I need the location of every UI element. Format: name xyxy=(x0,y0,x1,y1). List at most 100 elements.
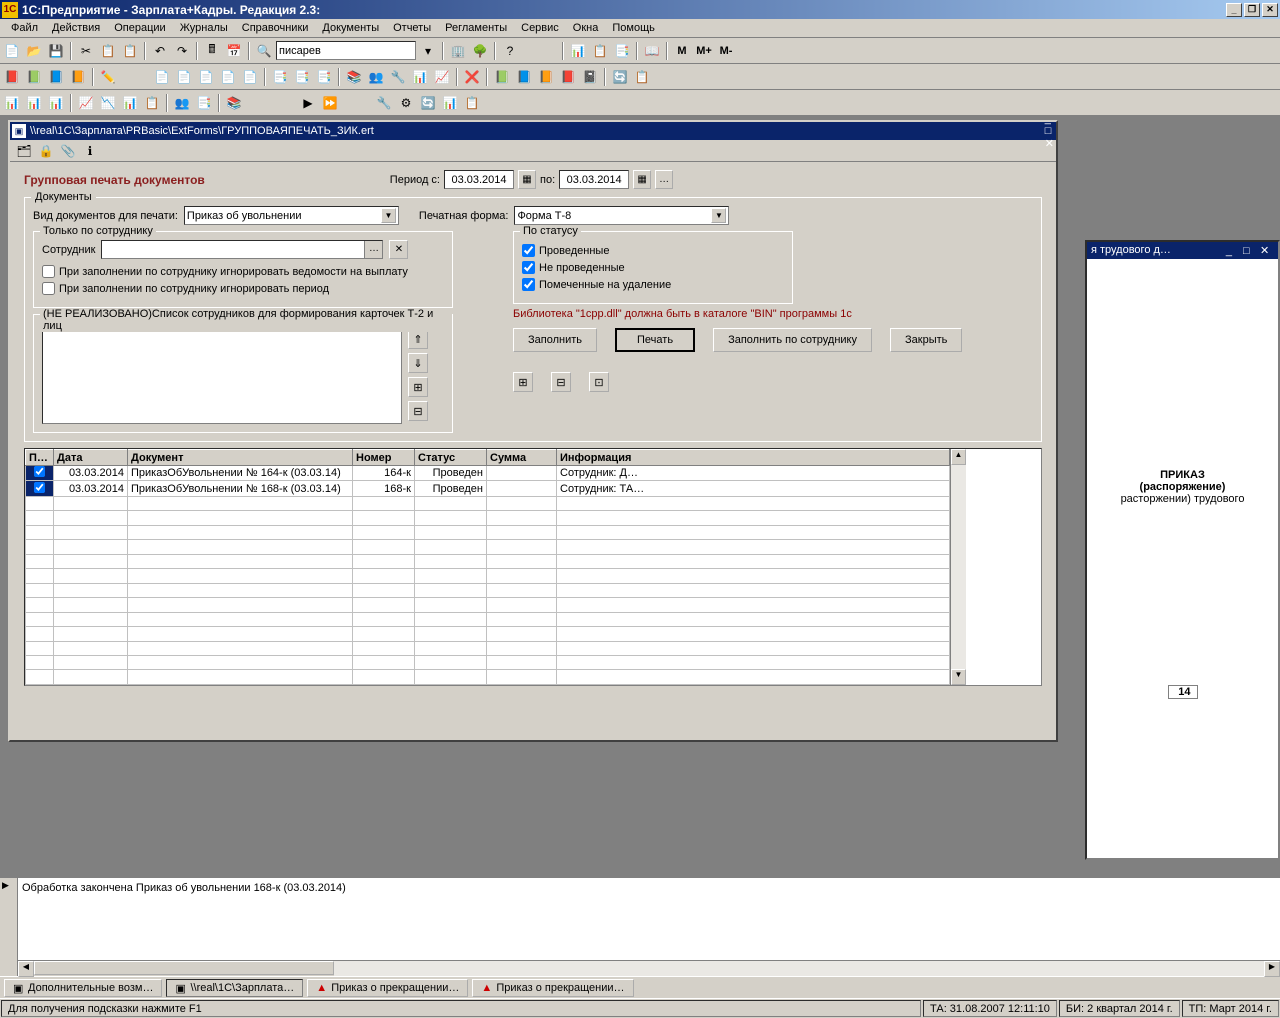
tb2-8-icon[interactable]: 📄 xyxy=(196,67,216,87)
form-tb-1-icon[interactable]: 🗂 xyxy=(14,141,34,161)
menu-journals[interactable]: Журналы xyxy=(173,20,235,36)
undo-icon[interactable]: ↶ xyxy=(150,41,170,61)
date-from-input[interactable] xyxy=(444,170,514,189)
dropdown-icon[interactable]: ▾ xyxy=(418,41,438,61)
chk-ignore-period[interactable] xyxy=(42,282,55,295)
tb2-6-icon[interactable]: 📄 xyxy=(152,67,172,87)
table-row[interactable] xyxy=(26,627,950,641)
form-tb-help-icon[interactable]: ℹ xyxy=(80,141,100,161)
tb2-24-icon[interactable]: 📓 xyxy=(580,67,600,87)
book-icon[interactable]: 📖 xyxy=(642,41,662,61)
employee-input[interactable]: … xyxy=(101,240,383,259)
tb3-15-icon[interactable]: 📋 xyxy=(462,93,482,113)
table-row[interactable] xyxy=(26,540,950,554)
task-4[interactable]: ▲Приказ о прекращении… xyxy=(472,979,633,997)
tb3-13-icon[interactable]: 🔄 xyxy=(418,93,438,113)
date-to-input[interactable] xyxy=(559,170,629,189)
tb2-25-icon[interactable]: 🔄 xyxy=(610,67,630,87)
tb3-9-icon[interactable]: 📑 xyxy=(194,93,214,113)
employee-list[interactable] xyxy=(42,329,402,424)
tb3-3-icon[interactable]: 📊 xyxy=(46,93,66,113)
table-row[interactable] xyxy=(26,569,950,583)
row-status[interactable]: Проведен xyxy=(415,481,487,496)
tb2-1-icon[interactable]: 📕 xyxy=(2,67,22,87)
fill-by-employee-button[interactable]: Заполнить по сотруднику xyxy=(713,328,872,352)
table-row[interactable]: 03.03.2014 ПриказОбУвольнении № 164-к (0… xyxy=(26,466,950,481)
menu-references[interactable]: Справочники xyxy=(235,20,316,36)
list-add-button[interactable]: ⊞ xyxy=(408,377,428,397)
tb2-5-icon[interactable]: ✏️ xyxy=(98,67,118,87)
date-from-picker-button[interactable]: ▦ xyxy=(518,170,536,189)
hscroll-left-button[interactable]: ◀ xyxy=(18,961,34,977)
print-button[interactable]: Печать xyxy=(615,328,695,352)
fill-button[interactable]: Заполнить xyxy=(513,328,597,352)
doc-type-combo[interactable]: Приказ об увольнении▼ xyxy=(184,206,399,225)
tb2-17-icon[interactable]: 📊 xyxy=(410,67,430,87)
row-date[interactable]: 03.03.2014 xyxy=(54,466,128,481)
tb2-21-icon[interactable]: 📘 xyxy=(514,67,534,87)
tb2-23-icon[interactable]: 📕 xyxy=(558,67,578,87)
row-info[interactable]: Сотрудник: Д… xyxy=(557,466,950,481)
table-row[interactable] xyxy=(26,655,950,669)
task-3[interactable]: ▲Приказ о прекращении… xyxy=(307,979,468,997)
chk-posted[interactable] xyxy=(522,244,535,257)
row-check[interactable] xyxy=(34,466,45,477)
table-row[interactable] xyxy=(26,641,950,655)
tb2-20-icon[interactable]: 📗 xyxy=(492,67,512,87)
menu-documents[interactable]: Документы xyxy=(315,20,386,36)
list-down-button[interactable]: ⇓ xyxy=(408,353,428,373)
table-row[interactable] xyxy=(26,670,950,685)
paste-icon[interactable]: 📋 xyxy=(120,41,140,61)
table-row[interactable] xyxy=(26,525,950,539)
date-to-picker-button[interactable]: ▦ xyxy=(633,170,651,189)
grid-col-doc[interactable]: Документ xyxy=(128,450,353,466)
scroll-down-button[interactable]: ▼ xyxy=(951,669,966,685)
scroll-up-button[interactable]: ▲ xyxy=(951,449,966,465)
open-icon[interactable]: 📂 xyxy=(24,41,44,61)
hscroll-right-button[interactable]: ▶ xyxy=(1264,961,1280,977)
tb2-16-icon[interactable]: 🔧 xyxy=(388,67,408,87)
tb2-18-icon[interactable]: 📈 xyxy=(432,67,452,87)
tb2-9-icon[interactable]: 📄 xyxy=(218,67,238,87)
tree-icon[interactable]: 🌳 xyxy=(470,41,490,61)
form-close-button[interactable]: ✕ xyxy=(1045,137,1054,150)
cut-icon[interactable]: ✂ xyxy=(76,41,96,61)
grid-col-date[interactable]: Дата xyxy=(54,450,128,466)
chk-unposted[interactable] xyxy=(522,261,535,274)
tb3-14-icon[interactable]: 📊 xyxy=(440,93,460,113)
tb-icon-a[interactable]: 📊 xyxy=(568,41,588,61)
row-check[interactable] xyxy=(34,482,45,493)
bg-max-button[interactable]: □ xyxy=(1243,245,1257,257)
row-date[interactable]: 03.03.2014 xyxy=(54,481,128,496)
menu-operations[interactable]: Операции xyxy=(107,20,172,36)
documents-grid[interactable]: П… Дата Документ Номер Статус Сумма Инфо… xyxy=(25,449,950,685)
grid-vscrollbar[interactable]: ▲ ▼ xyxy=(950,449,966,685)
menu-reports[interactable]: Отчеты xyxy=(386,20,438,36)
tb-icon-c[interactable]: 📑 xyxy=(612,41,632,61)
tb2-11-icon[interactable]: 📑 xyxy=(270,67,290,87)
print-form-combo[interactable]: Форма Т-8▼ xyxy=(514,206,729,225)
tb3-1-icon[interactable]: 📊 xyxy=(2,93,22,113)
form-minimize-button[interactable]: _ xyxy=(1045,113,1054,125)
menu-windows[interactable]: Окна xyxy=(566,20,606,36)
bg-close-button[interactable]: ✕ xyxy=(1260,244,1274,256)
row-status[interactable]: Проведен xyxy=(415,466,487,481)
m-plus-button[interactable]: M+ xyxy=(694,41,714,61)
task-1[interactable]: ▣Дополнительные возм… xyxy=(4,979,162,997)
tb2-13-icon[interactable]: 📑 xyxy=(314,67,334,87)
tb3-10-icon[interactable]: 📚 xyxy=(224,93,244,113)
close-button[interactable]: ✕ xyxy=(1262,3,1278,17)
tb2-19-icon[interactable]: ❌ xyxy=(462,67,482,87)
copy-icon[interactable]: 📋 xyxy=(98,41,118,61)
tb3-6-icon[interactable]: 📊 xyxy=(120,93,140,113)
row-sum[interactable] xyxy=(487,466,557,481)
menu-actions[interactable]: Действия xyxy=(45,20,107,36)
grid-col-info[interactable]: Информация xyxy=(557,450,950,466)
search-input[interactable] xyxy=(276,41,416,60)
tb3-2-icon[interactable]: 📊 xyxy=(24,93,44,113)
forward-icon[interactable]: ⏩ xyxy=(320,93,340,113)
tb3-8-icon[interactable]: 👥 xyxy=(172,93,192,113)
task-2[interactable]: ▣\\real\1С\Зарплата… xyxy=(166,979,303,997)
m-button[interactable]: M xyxy=(672,41,692,61)
tb2-26-icon[interactable]: 📋 xyxy=(632,67,652,87)
